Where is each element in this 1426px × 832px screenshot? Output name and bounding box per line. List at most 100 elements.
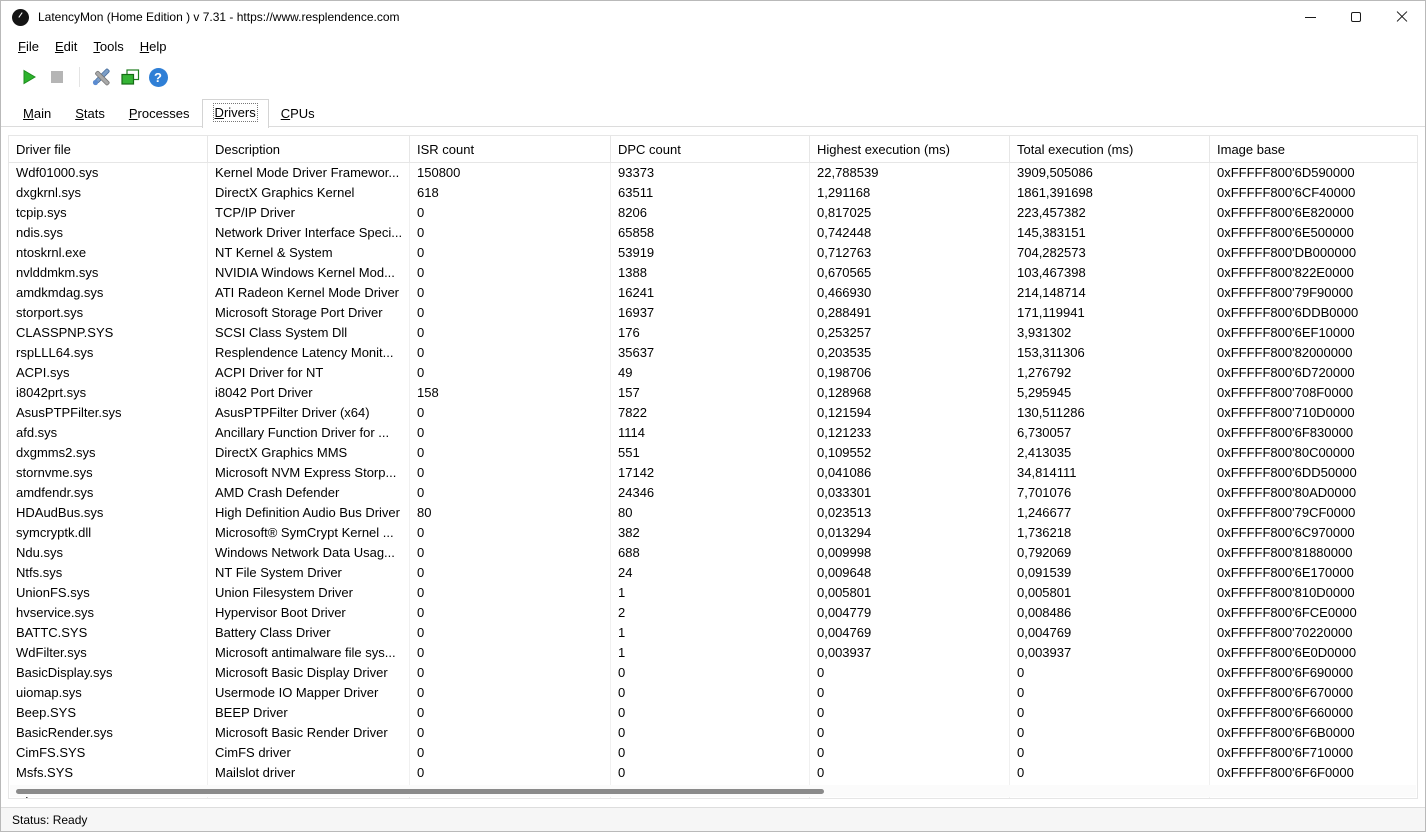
tab-processes[interactable]: Processes: [117, 101, 202, 127]
table-cell: 0,712763: [810, 243, 1010, 263]
table-row[interactable]: afd.sysAncillary Function Driver for ...…: [9, 423, 1417, 443]
column-header-total-execution-ms[interactable]: Total execution (ms): [1010, 136, 1210, 162]
column-header-driver-file[interactable]: Driver file: [9, 136, 208, 162]
table-row[interactable]: dxgkrnl.sysDirectX Graphics Kernel618635…: [9, 183, 1417, 203]
tab-stats[interactable]: Stats: [63, 101, 117, 127]
table-cell: 0xFFFFF800'6D590000: [1210, 163, 1417, 183]
column-header-dpc-count[interactable]: DPC count: [611, 136, 810, 162]
table-row[interactable]: Beep.SYSBEEP Driver00000xFFFFF800'6F6600…: [9, 703, 1417, 723]
minimize-button[interactable]: [1287, 1, 1333, 33]
table-row[interactable]: UnionFS.sysUnion Filesystem Driver010,00…: [9, 583, 1417, 603]
tab-label: Stats: [75, 106, 105, 121]
table-row[interactable]: ntoskrnl.exeNT Kernel & System0539190,71…: [9, 243, 1417, 263]
table-cell: 24346: [611, 483, 810, 503]
table-cell: 3909,505086: [1010, 163, 1210, 183]
table-cell: 0: [410, 443, 611, 463]
table-cell: amdkmdag.sys: [9, 283, 208, 303]
column-header-isr-count[interactable]: ISR count: [410, 136, 611, 162]
menu-item-help[interactable]: Help: [132, 35, 175, 58]
table-row[interactable]: Wdf01000.sysKernel Mode Driver Framewor.…: [9, 163, 1417, 183]
table-cell: 0: [611, 683, 810, 703]
tab-drivers[interactable]: Drivers: [202, 99, 269, 128]
table-cell: 0xFFFFF800'81880000: [1210, 543, 1417, 563]
menu-item-tools[interactable]: Tools: [85, 35, 131, 58]
table-row[interactable]: hvservice.sysHypervisor Boot Driver020,0…: [9, 603, 1417, 623]
table-cell: 0xFFFFF800'6F690000: [1210, 663, 1417, 683]
toolbar-separator: [79, 67, 80, 87]
table-row[interactable]: rspLLL64.sysResplendence Latency Monit..…: [9, 343, 1417, 363]
column-header-highest-execution-ms[interactable]: Highest execution (ms): [810, 136, 1010, 162]
table-row[interactable]: tcpip.sysTCP/IP Driver082060,817025223,4…: [9, 203, 1417, 223]
table-cell: 157: [611, 383, 810, 403]
table-cell: 0: [1010, 663, 1210, 683]
table-row[interactable]: symcryptk.dllMicrosoft® SymCrypt Kernel …: [9, 523, 1417, 543]
scrollbar-thumb[interactable]: [16, 789, 824, 794]
table-cell: 0,033301: [810, 483, 1010, 503]
start-monitor-button[interactable]: [15, 63, 43, 91]
maximize-button[interactable]: [1333, 1, 1379, 33]
table-row[interactable]: stornvme.sysMicrosoft NVM Express Storp.…: [9, 463, 1417, 483]
table-cell: 24: [611, 563, 810, 583]
table-row[interactable]: Msfs.SYSMailslot driver00000xFFFFF800'6F…: [9, 763, 1417, 783]
table-cell: 5,295945: [1010, 383, 1210, 403]
column-header-description[interactable]: Description: [208, 136, 410, 162]
table-row[interactable]: Ndu.sysWindows Network Data Usag...06880…: [9, 543, 1417, 563]
table-cell: 0: [410, 623, 611, 643]
table-row[interactable]: amdkmdag.sysATI Radeon Kernel Mode Drive…: [9, 283, 1417, 303]
table-row[interactable]: HDAudBus.sysHigh Definition Audio Bus Dr…: [9, 503, 1417, 523]
table-row[interactable]: BasicDisplay.sysMicrosoft Basic Display …: [9, 663, 1417, 683]
table-cell: 0,004769: [1010, 623, 1210, 643]
table-cell: 0xFFFFF800'822E0000: [1210, 263, 1417, 283]
column-header-image-base[interactable]: Image base: [1210, 136, 1417, 162]
drivers-table: Driver fileDescriptionISR countDPC count…: [8, 135, 1418, 799]
table-row[interactable]: CimFS.SYSCimFS driver00000xFFFFF800'6F71…: [9, 743, 1417, 763]
table-cell: Microsoft NVM Express Storp...: [208, 463, 410, 483]
table-cell: 0xFFFFF800'6E0D0000: [1210, 643, 1417, 663]
table-cell: 0,003937: [1010, 643, 1210, 663]
table-row[interactable]: BATTC.SYSBattery Class Driver010,0047690…: [9, 623, 1417, 643]
table-cell: 382: [611, 523, 810, 543]
table-cell: 0,003937: [810, 643, 1010, 663]
table-cell: 0,792069: [1010, 543, 1210, 563]
tab-cpus[interactable]: CPUs: [269, 101, 327, 127]
table-row[interactable]: ACPI.sysACPI Driver for NT0490,1987061,2…: [9, 363, 1417, 383]
report-button[interactable]: [116, 63, 144, 91]
maximize-icon: [1351, 12, 1361, 22]
menu-item-file[interactable]: File: [10, 35, 47, 58]
table-row[interactable]: BasicRender.sysMicrosoft Basic Render Dr…: [9, 723, 1417, 743]
table-cell: 0: [1010, 723, 1210, 743]
table-cell: i8042prt.sys: [9, 383, 208, 403]
table-cell: 0,023513: [810, 503, 1010, 523]
table-cell: 0,670565: [810, 263, 1010, 283]
table-row[interactable]: amdfendr.sysAMD Crash Defender0243460,03…: [9, 483, 1417, 503]
table-cell: 0: [410, 743, 611, 763]
table-row[interactable]: CLASSPNP.SYSSCSI Class System Dll01760,2…: [9, 323, 1417, 343]
table-row[interactable]: storport.sysMicrosoft Storage Port Drive…: [9, 303, 1417, 323]
close-button[interactable]: [1379, 1, 1425, 33]
horizontal-scrollbar[interactable]: [10, 785, 1416, 797]
table-row[interactable]: AsusPTPFilter.sysAsusPTPFilter Driver (x…: [9, 403, 1417, 423]
table-cell: 0xFFFFF800'6DDB0000: [1210, 303, 1417, 323]
table-cell: 0,005801: [1010, 583, 1210, 603]
help-button[interactable]: [144, 63, 172, 91]
table-row[interactable]: uiomap.sysUsermode IO Mapper Driver00000…: [9, 683, 1417, 703]
tab-main[interactable]: Main: [11, 101, 63, 127]
table-cell: 0: [410, 603, 611, 623]
table-cell: Ndu.sys: [9, 543, 208, 563]
menu-item-edit[interactable]: Edit: [47, 35, 85, 58]
stop-monitor-button[interactable]: [43, 63, 71, 91]
table-cell: 16937: [611, 303, 810, 323]
table-cell: CimFS driver: [208, 743, 410, 763]
app-icon[interactable]: [12, 9, 29, 26]
table-row[interactable]: dxgmms2.sysDirectX Graphics MMS05510,109…: [9, 443, 1417, 463]
table-row[interactable]: i8042prt.sysi8042 Port Driver1581570,128…: [9, 383, 1417, 403]
table-row[interactable]: ndis.sysNetwork Driver Interface Speci..…: [9, 223, 1417, 243]
table-cell: NT File System Driver: [208, 563, 410, 583]
table-row[interactable]: Ntfs.sysNT File System Driver0240,009648…: [9, 563, 1417, 583]
options-button[interactable]: [88, 63, 116, 91]
table-row[interactable]: WdFilter.sysMicrosoft antimalware file s…: [9, 643, 1417, 663]
table-cell: 0xFFFFF800'6DD50000: [1210, 463, 1417, 483]
table-cell: 0: [410, 263, 611, 283]
table-row[interactable]: nvlddmkm.sysNVIDIA Windows Kernel Mod...…: [9, 263, 1417, 283]
table-cell: Kernel Mode Driver Framewor...: [208, 163, 410, 183]
